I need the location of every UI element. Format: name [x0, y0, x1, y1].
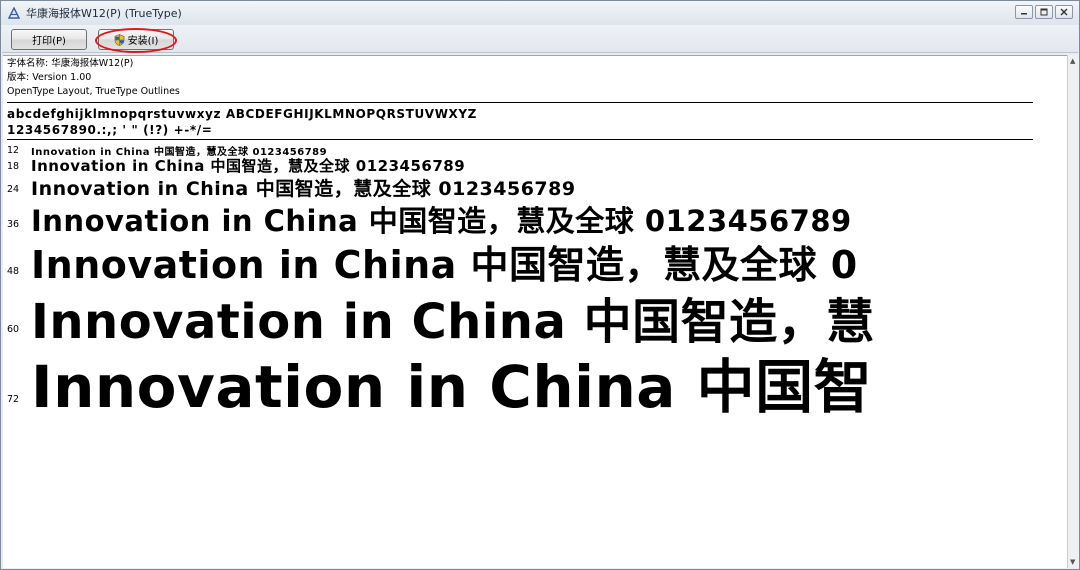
title-bar[interactable]: 华康海报体W12(P) (TrueType): [1, 1, 1079, 25]
font-app-icon: [7, 6, 21, 20]
size-label-12: 12: [7, 145, 20, 156]
uac-shield-icon: [114, 33, 125, 46]
font-version-line: 版本: Version 1.00: [7, 72, 92, 83]
font-features-line: OpenType Layout, TrueType Outlines: [7, 86, 180, 97]
scroll-up-icon[interactable]: ▲: [1070, 57, 1075, 65]
size-label-36: 36: [7, 219, 20, 230]
caption-buttons: [1015, 5, 1073, 19]
print-button[interactable]: 打印(P): [11, 29, 87, 50]
vertical-scrollbar[interactable]: ▲ ▼: [1067, 55, 1079, 568]
charset-digits-symbols: 1234567890.:,; ' " (!?) +-*/=: [7, 123, 213, 137]
toolbar: 打印(P) 安装(I): [2, 25, 1078, 53]
minimize-icon[interactable]: [1015, 5, 1033, 19]
sample-24: Innovation in China 中国智造，慧及全球 0123456789: [31, 178, 576, 200]
restore-icon[interactable]: [1035, 5, 1053, 19]
window-title: 华康海报体W12(P) (TrueType): [26, 7, 182, 20]
font-name-line: 字体名称: 华康海报体W12(P): [7, 58, 134, 69]
size-label-60: 60: [7, 324, 20, 335]
scroll-down-icon[interactable]: ▼: [1070, 558, 1075, 566]
font-viewer-window: 华康海报体W12(P) (TrueType) 打印(P) 安装(I) 字体名称:…: [0, 0, 1080, 570]
print-button-label: 打印(P): [32, 36, 66, 47]
font-preview-area: 字体名称: 华康海报体W12(P) 版本: Version 1.00 OpenT…: [3, 55, 1067, 568]
divider-bottom: [7, 139, 1033, 140]
charset-letters: abcdefghijklmnopqrstuvwxyz ABCDEFGHIJKLM…: [7, 107, 477, 121]
size-label-72: 72: [7, 394, 20, 405]
sample-48: Innovation in China 中国智造，慧及全球 0: [31, 243, 858, 287]
close-icon[interactable]: [1055, 5, 1073, 19]
install-button[interactable]: 安装(I): [98, 29, 174, 50]
divider-top: [7, 102, 1033, 103]
size-label-18: 18: [7, 161, 20, 172]
sample-18: Innovation in China 中国智造，慧及全球 0123456789: [31, 157, 466, 175]
sample-72: Innovation in China 中国智: [31, 353, 873, 421]
size-label-24: 24: [7, 184, 20, 195]
install-button-label: 安装(I): [127, 36, 159, 47]
size-label-48: 48: [7, 266, 20, 277]
